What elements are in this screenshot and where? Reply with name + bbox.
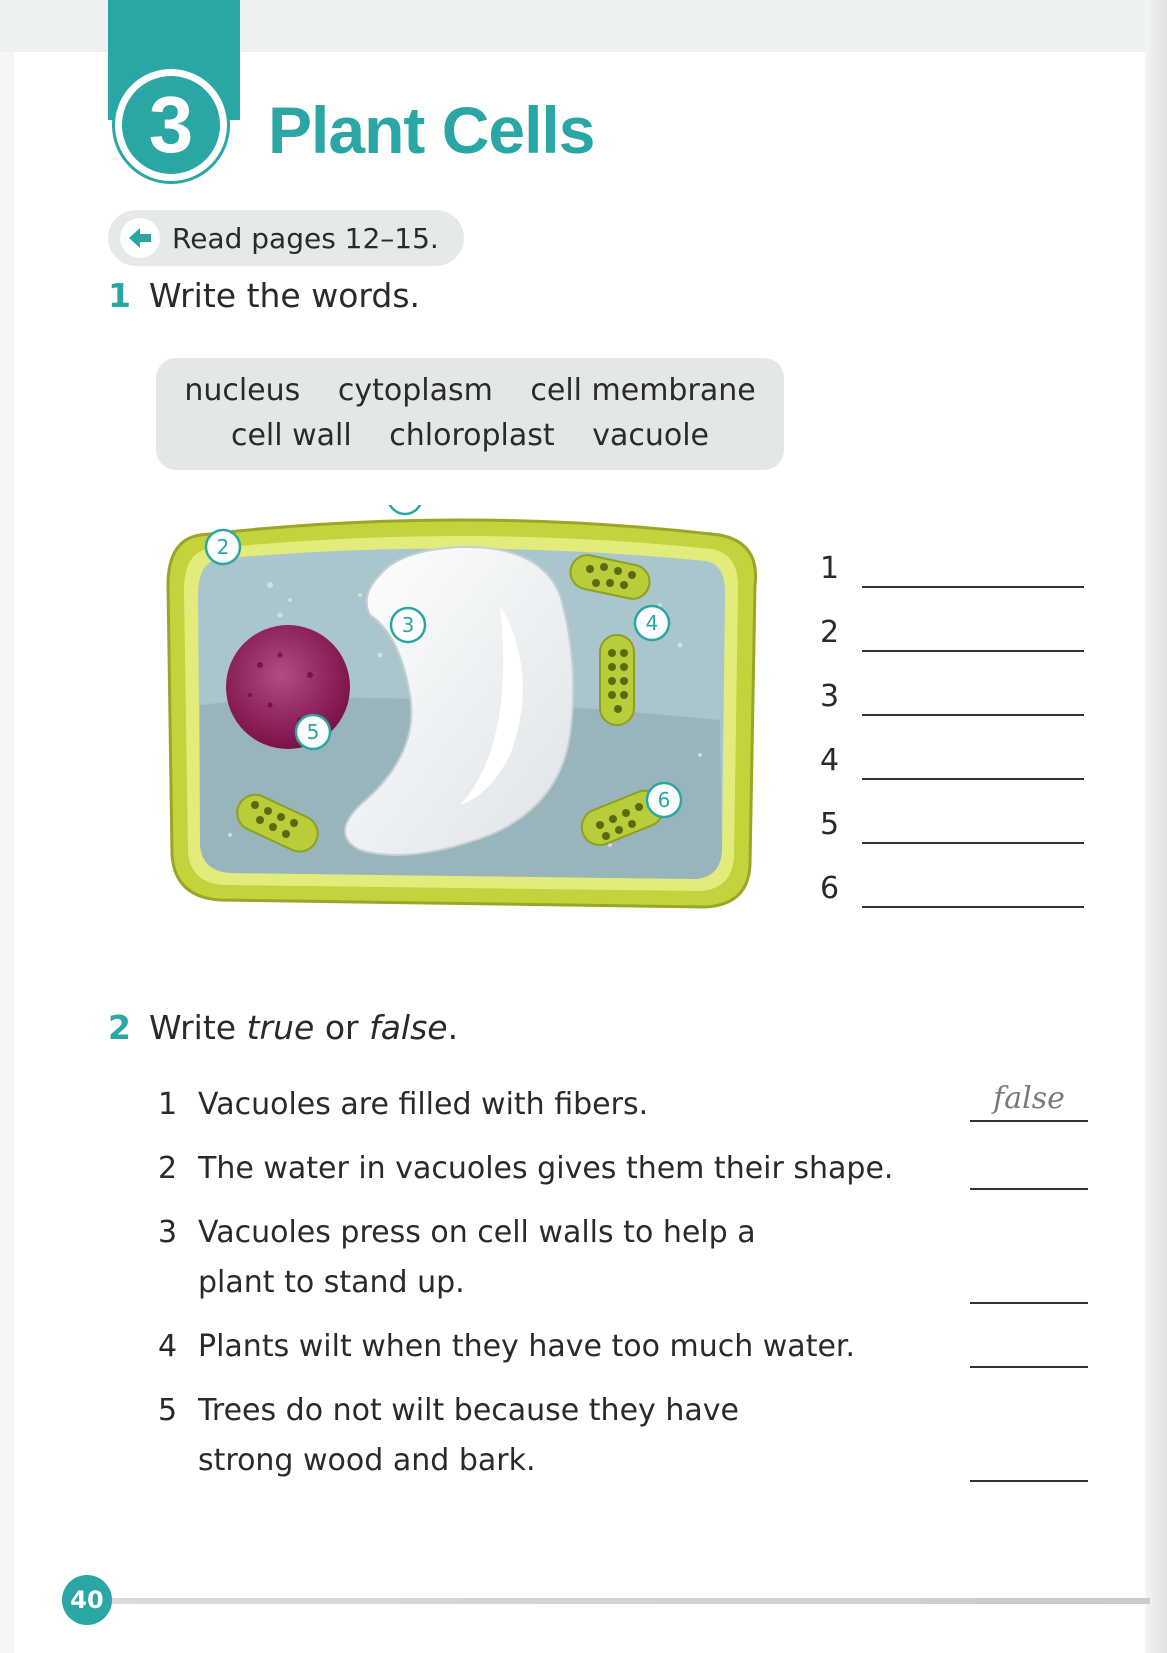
- exercise-2-instruction-or: or: [314, 1008, 370, 1047]
- word-bank-row-2: cell wall chloroplast vacuole: [156, 413, 784, 458]
- footer-rule: [110, 1598, 1150, 1604]
- word-bank-item: nucleus: [184, 373, 301, 408]
- word-bank-item: cell wall: [230, 418, 352, 453]
- exercise-1-heading: 1 Write the words.: [108, 276, 420, 315]
- answer-blank[interactable]: [970, 1480, 1088, 1482]
- answer-line[interactable]: 2: [820, 612, 1085, 652]
- read-pages-text: Read pages 12–15.: [172, 221, 439, 255]
- item-number: 1: [158, 1087, 178, 1122]
- list-item: 1 Vacuoles are filled with fibers. false: [158, 1080, 1098, 1136]
- chapter-badge: 3: [112, 66, 230, 184]
- page-left-edge: [0, 0, 14, 1653]
- list-item: 2 The water in vacuoles gives them their…: [158, 1144, 1098, 1200]
- diagram-label-text: 5: [307, 720, 320, 744]
- word-bank: nucleus cytoplasm cell membrane cell wal…: [156, 358, 784, 470]
- item-number: 2: [158, 1151, 178, 1186]
- diagram-label-marker-1: 1: [388, 505, 422, 516]
- answer-blank[interactable]: [970, 1188, 1088, 1190]
- exercise-2-instruction-true: true: [246, 1008, 315, 1047]
- answer-line-number: 2: [820, 615, 840, 650]
- diagram-label-marker-2: 2: [204, 528, 242, 566]
- exercise-2-instruction-post: .: [447, 1008, 459, 1047]
- page-number: 40: [62, 1575, 112, 1625]
- diagram-label-text: 2: [217, 535, 230, 559]
- answer-blank[interactable]: [970, 1302, 1088, 1304]
- diagram-label-marker-4: 4: [633, 604, 671, 642]
- diagram-label-marker-3: 3: [389, 606, 427, 644]
- answer-line-number: 1: [820, 551, 840, 586]
- back-arrow-icon: [120, 218, 160, 258]
- word-bank-row-1: nucleus cytoplasm cell membrane: [156, 368, 784, 413]
- word-bank-item: cell membrane: [530, 373, 756, 408]
- chapter-number: 3: [122, 76, 220, 174]
- answer-line-number: 4: [820, 743, 840, 778]
- diagram-label-text: 3: [402, 613, 415, 637]
- answer-line[interactable]: 6: [820, 868, 1085, 908]
- exercise-2-instruction-pre: Write: [148, 1008, 247, 1047]
- exercise-1-instruction: Write the words.: [148, 276, 421, 315]
- item-statement: Vacuoles press on cell walls to help a p…: [198, 1215, 756, 1300]
- item-statement: Vacuoles are filled with fibers.: [198, 1087, 649, 1122]
- answer-line[interactable]: 5: [820, 804, 1085, 844]
- item-statement: Plants wilt when they have too much wate…: [198, 1329, 856, 1364]
- answer-line-number: 3: [820, 679, 840, 714]
- list-item: 4 Plants wilt when they have too much wa…: [158, 1322, 1098, 1378]
- answer-line[interactable]: 3: [820, 676, 1085, 716]
- item-statement: The water in vacuoles gives them their s…: [198, 1151, 894, 1186]
- answer-line-number: 5: [820, 807, 840, 842]
- item-number: 5: [158, 1393, 178, 1428]
- word-bank-item: vacuole: [592, 418, 710, 453]
- page-right-edge: [1145, 0, 1167, 1653]
- exercise-2-number: 2: [108, 1008, 131, 1047]
- exercise-2-instruction-false: false: [369, 1008, 448, 1047]
- page-title: Plant Cells: [268, 93, 595, 167]
- item-answer: false: [993, 1081, 1065, 1116]
- diagram-label-text: 4: [646, 611, 659, 635]
- answer-line-number: 6: [820, 871, 840, 906]
- diagram-label-text: 6: [658, 788, 671, 812]
- exercise-2-heading: 2 Write true or false.: [108, 1008, 458, 1047]
- diagram-label-text: 1: [399, 505, 412, 509]
- exercise-1-number: 1: [108, 276, 131, 315]
- answer-line[interactable]: 1: [820, 548, 1085, 588]
- word-bank-item: chloroplast: [389, 418, 555, 453]
- item-number: 4: [158, 1329, 178, 1364]
- answer-blank[interactable]: [970, 1120, 1088, 1122]
- diagram-label-marker-6: 6: [645, 781, 683, 819]
- list-item: 3 Vacuoles press on cell walls to help a…: [158, 1208, 1098, 1318]
- diagram-label-marker-5: 5: [294, 713, 332, 751]
- read-pages-note: Read pages 12–15.: [108, 210, 464, 266]
- item-statement: Trees do not wilt because they have stro…: [198, 1393, 739, 1478]
- answer-blank[interactable]: [970, 1366, 1088, 1368]
- nucleus: [226, 625, 350, 749]
- word-bank-item: cytoplasm: [337, 373, 493, 408]
- list-item: 5 Trees do not wilt because they have st…: [158, 1386, 1098, 1496]
- plant-cell-diagram: 1 2 3 4 5 6: [166, 505, 758, 909]
- answer-line[interactable]: 4: [820, 740, 1085, 780]
- item-number: 3: [158, 1215, 178, 1250]
